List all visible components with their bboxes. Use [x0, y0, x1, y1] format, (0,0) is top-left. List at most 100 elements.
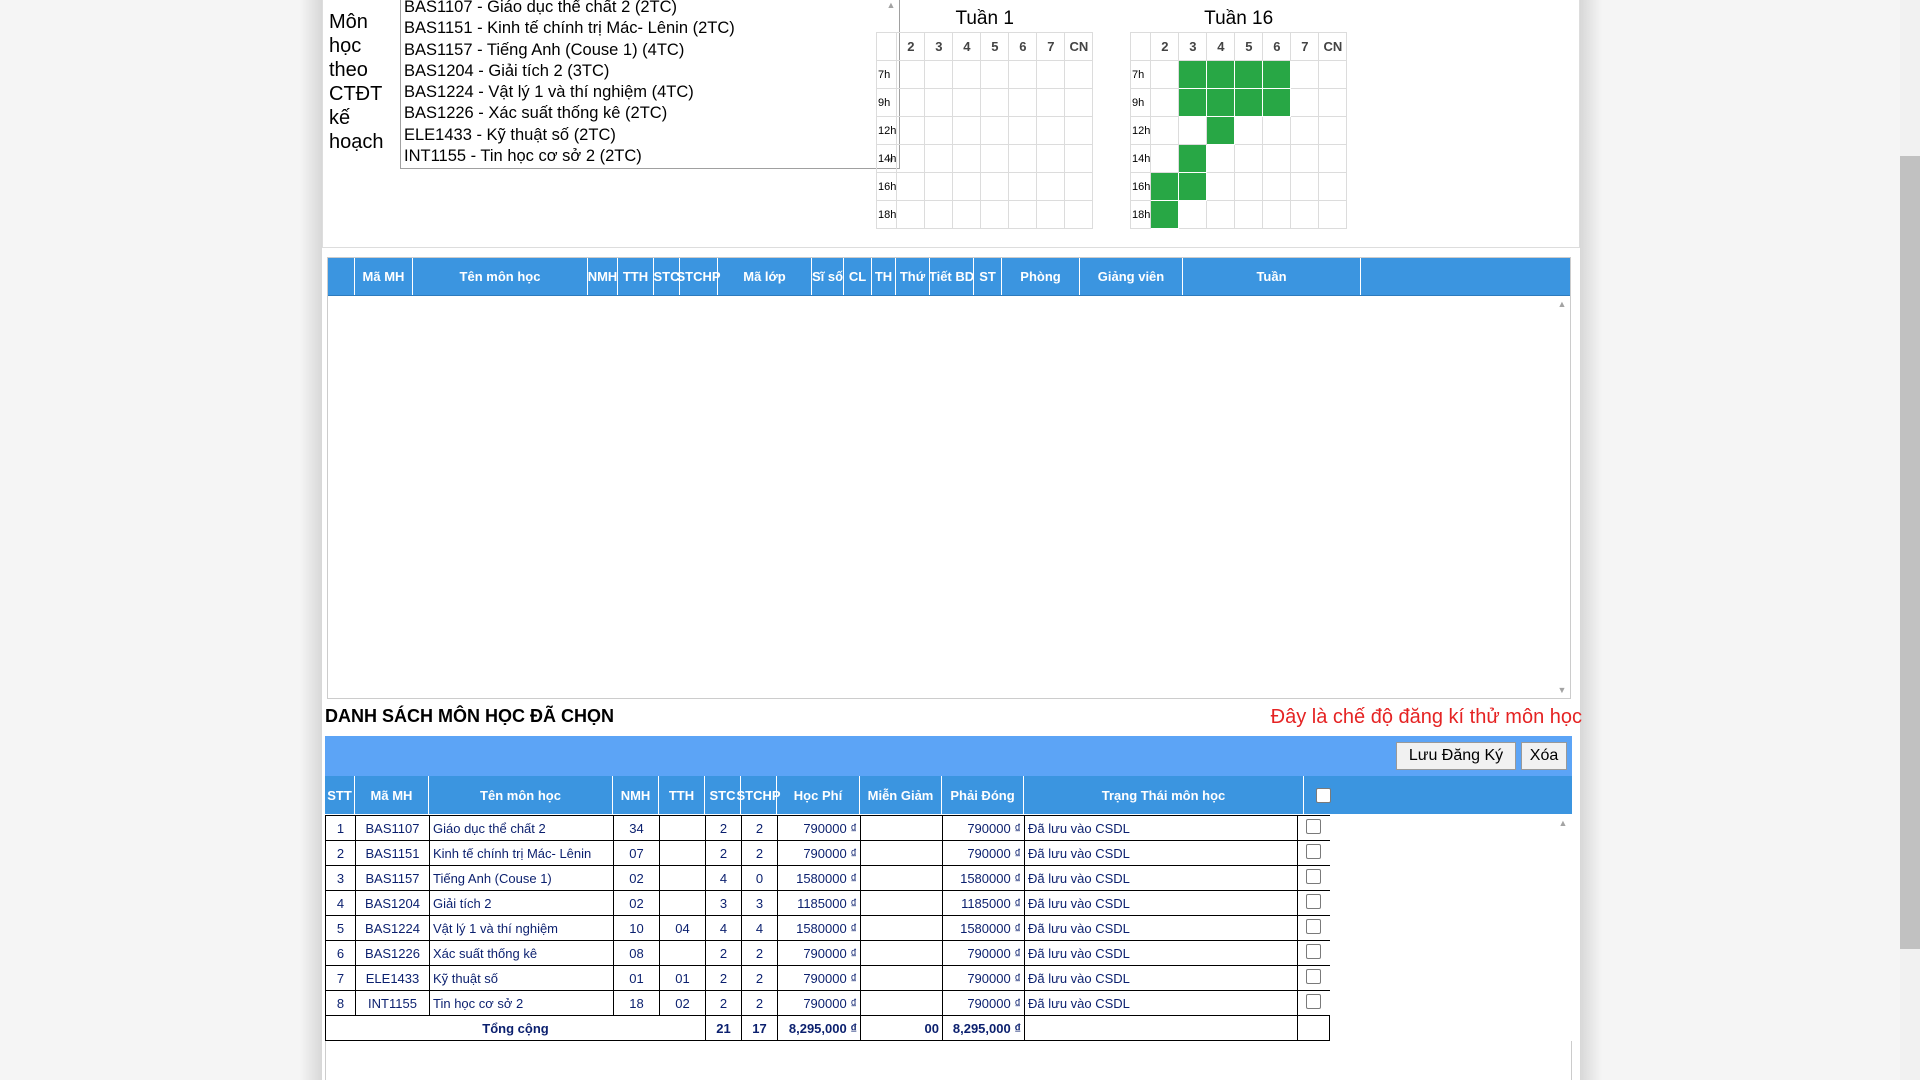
week-free-slot: [1178, 200, 1208, 229]
week-hour-label: 7h: [875, 60, 898, 89]
subject-listbox[interactable]: ▲ ▼ BAS1107 - Giáo dục thể chất 2 (2TC) B…: [400, 0, 900, 169]
row-checkbox-cell[interactable]: [1297, 890, 1330, 916]
week-day-label: 6: [1008, 32, 1038, 61]
week-free-slot: [1290, 60, 1320, 89]
week-day-header-row: 2 3 4 5 6 7 CN: [875, 32, 1094, 61]
row-checkbox[interactable]: [1306, 969, 1322, 984]
week-free-slot: [1206, 200, 1236, 229]
selected-column-header: Phải Đóng: [942, 776, 1024, 814]
week-busy-slot: [1262, 60, 1292, 89]
cell-name: Kỹ thuật số: [429, 965, 614, 991]
total-fee: 8,295,000 ₫: [777, 1015, 861, 1041]
subject-option[interactable]: BAS1224 - Vật lý 1 và thí nghiệm (4TC): [401, 82, 899, 103]
class-column-header: NMH: [588, 258, 618, 295]
week-free-slot: [1008, 116, 1038, 145]
row-checkbox[interactable]: [1306, 994, 1322, 1009]
week-free-slot: [1150, 88, 1180, 117]
week-busy-slot: [1234, 60, 1264, 89]
subject-option[interactable]: BAS1107 - Giáo dục thể chất 2 (2TC): [401, 0, 899, 18]
subject-option[interactable]: BAS1204 - Giải tích 2 (3TC): [401, 61, 899, 82]
cell-name: Giáo dục thể chất 2: [429, 815, 614, 841]
cell-stchp: 4: [741, 915, 778, 941]
week-free-slot: [1008, 60, 1038, 89]
cell-due: 790000 ₫: [942, 990, 1025, 1016]
row-checkbox-cell[interactable]: [1297, 940, 1330, 966]
week-free-slot: [952, 88, 982, 117]
week-free-slot: [896, 144, 926, 173]
table-row: 5 BAS1224 Vật lý 1 và thí nghiệm 10 04 4 4 1580…: [325, 915, 1330, 941]
class-column-header: TTH: [618, 258, 654, 295]
week-busy-slot: [1206, 88, 1236, 117]
week-free-slot: [1064, 60, 1094, 89]
row-checkbox-cell[interactable]: [1297, 990, 1330, 1016]
week-free-slot: [980, 144, 1010, 173]
cell-fee: 1580000 ₫: [777, 915, 861, 941]
selected-column-header: Trạng Thái môn học: [1024, 776, 1304, 814]
week-hour-row: 18h: [875, 200, 1094, 229]
week-hour-label: 14h: [875, 144, 898, 173]
subject-option[interactable]: BAS1157 - Tiếng Anh (Couse 1) (4TC): [401, 40, 899, 61]
week-free-slot: [980, 116, 1010, 145]
subject-picker-panel: Môn học theo CTĐT kế hoạch ▲ ▼ BAS1107 -…: [322, 0, 1580, 248]
save-registration-button[interactable]: Lưu Đăng Ký: [1396, 742, 1516, 770]
cell-status: Đã lưu vào CSDL: [1024, 865, 1298, 891]
row-checkbox[interactable]: [1306, 919, 1322, 934]
cell-nmh: 08: [613, 940, 660, 966]
select-all-checkbox-cell[interactable]: [1304, 776, 1342, 814]
subject-option[interactable]: ELE1433 - Kỹ thuật số (2TC): [401, 125, 899, 146]
week-free-slot: [1262, 200, 1292, 229]
row-checkbox-cell[interactable]: [1297, 965, 1330, 991]
row-checkbox-cell[interactable]: [1297, 915, 1330, 941]
cell-nmh: 10: [613, 915, 660, 941]
cell-code: BAS1224: [355, 915, 430, 941]
class-column-header: CL: [844, 258, 872, 295]
row-checkbox-cell[interactable]: [1297, 840, 1330, 866]
week-1-calendar: Tuần 1 2 3 4 5 6 7 CN 7h 9h 12h 14h 16h 18h: [875, 6, 1094, 229]
row-checkbox[interactable]: [1306, 869, 1322, 884]
week-hour-row: 16h: [1129, 172, 1348, 201]
cell-tth: [659, 840, 706, 866]
table-row: 1 BAS1107 Giáo dục thể chất 2 34 2 2 790000 ₫ 7…: [325, 815, 1330, 841]
selected-column-header: Mã MH: [355, 776, 429, 814]
week-free-slot: [1150, 144, 1180, 173]
row-checkbox[interactable]: [1306, 844, 1322, 859]
week-day-label: 4: [1206, 32, 1236, 61]
class-table-scrollbar[interactable]: ▲ ▼: [1554, 296, 1570, 698]
week-hour-label: 7h: [1129, 60, 1152, 89]
cell-stt: 2: [325, 840, 356, 866]
selected-column-header: STT: [325, 776, 355, 814]
week-free-slot: [980, 88, 1010, 117]
selected-table-empty-area: [325, 1041, 1572, 1080]
class-column-header: Mã lớp: [718, 258, 812, 295]
row-checkbox[interactable]: [1306, 944, 1322, 959]
cell-stc: 2: [705, 965, 742, 991]
week-free-slot: [1008, 172, 1038, 201]
cell-nmh: 34: [613, 815, 660, 841]
scroll-up-arrow-icon[interactable]: ▲: [1555, 815, 1571, 831]
class-column-header: Tên môn học: [413, 258, 588, 295]
class-list-table: Mã MH Tên môn học NMH TTH STC STCHP Mã lớp Sĩ s…: [327, 257, 1571, 699]
week-busy-slot: [1206, 116, 1236, 145]
row-checkbox-cell[interactable]: [1297, 865, 1330, 891]
scroll-up-arrow-icon[interactable]: ▲: [1554, 296, 1570, 312]
select-all-checkbox[interactable]: [1315, 787, 1331, 803]
cell-code: ELE1433: [355, 965, 430, 991]
delete-button[interactable]: Xóa: [1521, 742, 1567, 770]
subject-option[interactable]: BAS1151 - Kinh tế chính trị Mác- Lênin (…: [401, 18, 899, 39]
subject-option[interactable]: BAS1226 - Xác suất thống kê (2TC): [401, 103, 899, 124]
cell-code: BAS1226: [355, 940, 430, 966]
row-checkbox-cell[interactable]: [1297, 815, 1330, 841]
window-scrollbar-thumb[interactable]: [1900, 156, 1920, 949]
selected-toolbar: Lưu Đăng Ký Xóa: [325, 736, 1572, 776]
row-checkbox[interactable]: [1306, 894, 1322, 909]
row-checkbox[interactable]: [1306, 819, 1322, 834]
cell-tth: [659, 815, 706, 841]
week-day-label: 2: [1150, 32, 1180, 61]
week-free-slot: [952, 200, 982, 229]
week-free-slot: [1290, 144, 1320, 173]
week-free-slot: [1206, 144, 1236, 173]
total-label: Tổng cộng: [325, 1015, 706, 1041]
scroll-down-arrow-icon[interactable]: ▼: [1554, 682, 1570, 698]
cell-stchp: 2: [741, 965, 778, 991]
subject-option[interactable]: INT1155 - Tin học cơ sở 2 (2TC): [401, 146, 899, 167]
